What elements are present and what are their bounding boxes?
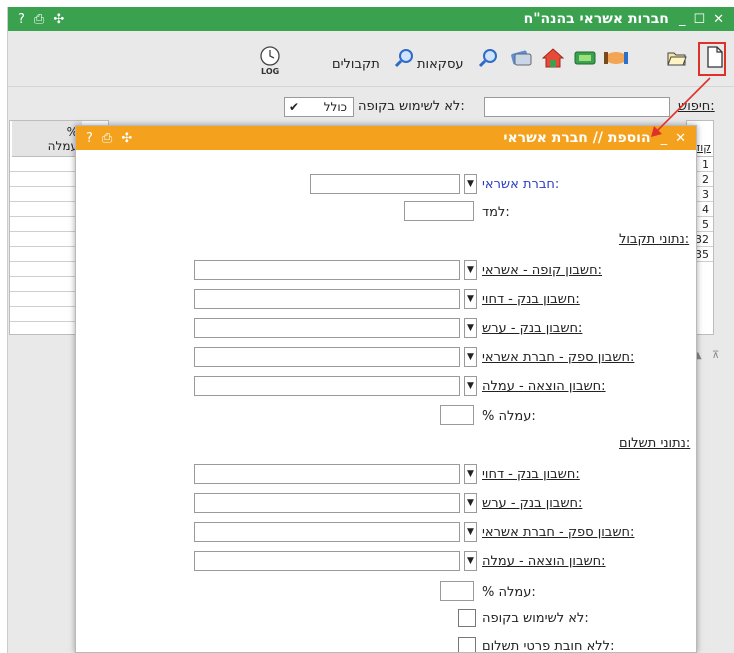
handshake-icon[interactable] [604, 48, 628, 68]
chevron-down-icon[interactable]: ▼ [464, 522, 477, 542]
payment-account-label: חשבון בנק - דחוי: [482, 467, 580, 482]
move-icon[interactable]: ✣ [53, 12, 64, 27]
outer-window-controls: ✕ ☐ _ [679, 12, 724, 27]
outer-title-tools: ? ⎙ ✣ [18, 12, 64, 27]
chevron-down-icon[interactable]: ▼ [464, 347, 477, 367]
receipt-account-label: חשבון קופה - אשראי: [482, 263, 602, 278]
move-icon[interactable]: ✣ [121, 131, 132, 146]
receipt-section-title: נתוני תקבול: [619, 232, 690, 247]
study-label: למד: [482, 205, 510, 220]
receipt-account-input[interactable] [194, 376, 460, 396]
add-credit-company-dialog: ? ⎙ ✣ ✕ _ הוספת // חברת אשראי ▼ חברת אשר… [75, 125, 697, 653]
minimize-icon[interactable]: _ [661, 131, 668, 146]
close-icon[interactable]: ✕ [675, 131, 686, 146]
transactions-label[interactable]: עסקאות [417, 57, 464, 72]
print-icon[interactable]: ⎙ [102, 131, 112, 146]
close-icon[interactable]: ✕ [713, 12, 724, 27]
payment-account-input[interactable] [194, 464, 460, 484]
chevron-down-icon[interactable]: ▼ [464, 376, 477, 396]
maximize-icon[interactable]: ☐ [693, 12, 705, 27]
not-for-pos-label: לא לשימוש בקופה: [482, 611, 589, 626]
outer-window-title: חברות אשראי בהנה"ח [523, 11, 669, 27]
credit-company-input[interactable] [310, 174, 460, 194]
annotation-highlight-box [698, 42, 726, 76]
chevron-down-icon[interactable]: ▼ [464, 464, 477, 484]
credit-company-label: חברת אשראי: [482, 177, 560, 192]
credit-card-icon[interactable] [510, 48, 532, 68]
search-row: חיפוש: לא לשימוש בקופה: ✔ כולל [8, 87, 734, 125]
no-payment-details-label: ללא חובת פרטי תשלום: [482, 639, 615, 653]
payment-fee-input[interactable] [440, 581, 474, 601]
payment-account-label: חשבון ספק - חברת אשראי: [482, 525, 635, 540]
chevron-down-icon[interactable]: ▼ [464, 551, 477, 571]
home-icon[interactable] [542, 47, 564, 69]
payment-account-input[interactable] [194, 551, 460, 571]
receipt-account-label: חשבון בנק - ערש: [482, 321, 583, 336]
receipt-account-input[interactable] [194, 260, 460, 280]
fee-column-header[interactable]: % עמלה [12, 121, 82, 157]
chevron-down-icon[interactable]: ▼ [464, 260, 477, 280]
print-icon[interactable]: ⎙ [34, 12, 44, 27]
payment-account-input[interactable] [194, 522, 460, 542]
outer-title-right: ✕ ☐ _ חברות אשראי בהנה"ח [524, 11, 724, 27]
chevron-down-icon: ✔ [289, 100, 300, 114]
money-icon[interactable] [574, 49, 596, 67]
payment-fee-label: % עמלה: [482, 585, 536, 600]
chevron-down-icon[interactable]: ▼ [464, 318, 477, 338]
receipt-account-input[interactable] [194, 347, 460, 367]
receipt-fee-label: % עמלה: [482, 409, 536, 424]
minimize-icon[interactable]: _ [679, 12, 686, 27]
receipt-account-input[interactable] [194, 289, 460, 309]
receipt-account-input[interactable] [194, 318, 460, 338]
receipt-account-label: חשבון ספק - חברת אשראי: [482, 350, 635, 365]
log-icon[interactable]: LOG [258, 45, 284, 75]
chevron-down-icon[interactable]: ▼ [464, 174, 477, 194]
not-for-pos-select-value: כולל [323, 100, 347, 114]
outer-titlebar: ? ⎙ ✣ ✕ ☐ _ חברות אשראי בהנה"ח [8, 7, 734, 31]
receipts-label[interactable]: תקבולים [332, 57, 380, 72]
help-icon[interactable]: ? [86, 131, 93, 146]
modal-titlebar: ? ⎙ ✣ ✕ _ הוספת // חברת אשראי [76, 126, 696, 150]
search-input[interactable] [484, 97, 670, 117]
receipt-account-label: חשבון בנק - דחוי: [482, 292, 580, 307]
fee-header-label: עמלה [47, 139, 78, 153]
study-input[interactable] [404, 201, 474, 221]
chevron-down-icon[interactable]: ▼ [464, 493, 477, 513]
help-icon[interactable]: ? [18, 12, 25, 27]
log-text: LOG [261, 67, 279, 75]
receipt-account-label: חשבון הוצאה - עמלה: [482, 379, 606, 394]
no-payment-details-checkbox[interactable] [458, 637, 476, 652]
chevron-down-icon[interactable]: ▼ [464, 289, 477, 309]
payment-section-title: נתוני תשלום: [619, 436, 691, 451]
modal-title-right: ✕ _ הוספת // חברת אשראי [503, 130, 686, 146]
not-for-pos-filter-label: לא לשימוש בקופה: [358, 99, 465, 114]
receipt-fee-input[interactable] [440, 405, 474, 425]
not-for-pos-select[interactable]: ✔ כולל [284, 97, 354, 117]
search-icon[interactable] [478, 49, 498, 69]
modal-window-controls: ✕ _ [661, 131, 686, 146]
sort-top-icon[interactable]: ⊼ [712, 350, 719, 361]
payment-account-label: חשבון בנק - ערש: [482, 496, 583, 511]
payment-account-input[interactable] [194, 493, 460, 513]
receipts-search-icon[interactable] [394, 49, 414, 69]
open-folder-icon[interactable] [666, 49, 688, 67]
not-for-pos-checkbox[interactable] [458, 609, 476, 627]
toolbar: עסקאות תקבולים LOG [8, 31, 734, 87]
modal-title: הוספת // חברת אשראי [503, 130, 651, 146]
modal-title-tools: ? ⎙ ✣ [86, 131, 132, 146]
search-label: חיפוש: [678, 99, 715, 114]
payment-account-label: חשבון הוצאה - עמלה: [482, 554, 606, 569]
fee-header-pct: % [66, 125, 78, 139]
